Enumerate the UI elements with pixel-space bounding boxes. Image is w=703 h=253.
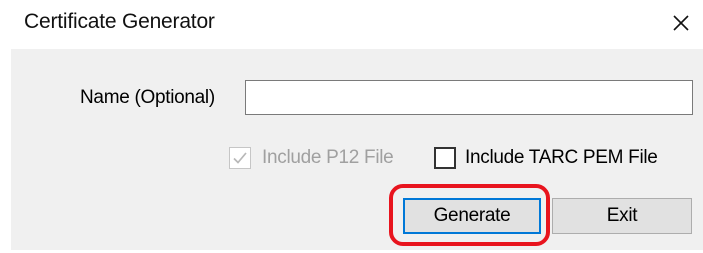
name-label: Name (Optional) [80,87,215,108]
check-icon [233,152,247,164]
include-pem-checkbox[interactable] [434,147,456,169]
include-pem-label[interactable]: Include TARC PEM File [465,147,658,169]
title-bar: Certificate Generator [0,0,703,48]
name-input[interactable] [245,80,693,115]
close-icon [673,15,689,31]
include-p12-checkbox[interactable] [229,147,251,169]
close-button[interactable] [666,8,696,38]
generate-button[interactable]: Generate [403,198,541,234]
window-title: Certificate Generator [24,10,215,33]
exit-button[interactable]: Exit [552,198,692,234]
include-p12-label: Include P12 File [262,147,394,168]
